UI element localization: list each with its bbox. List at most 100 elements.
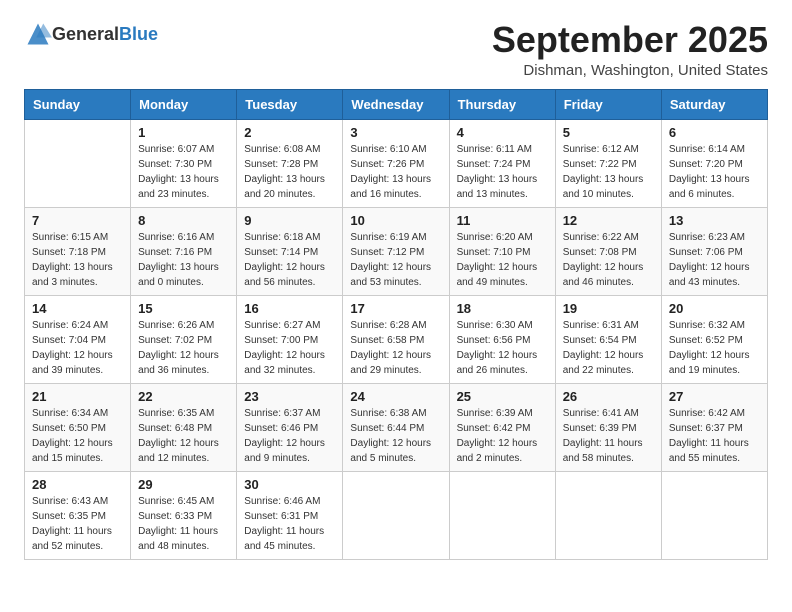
calendar-cell: 6Sunrise: 6:14 AMSunset: 7:20 PMDaylight… bbox=[661, 119, 767, 207]
day-number: 23 bbox=[244, 389, 335, 404]
sunrise-text: Sunrise: 6:08 AM bbox=[244, 142, 335, 157]
sunrise-text: Sunrise: 6:11 AM bbox=[457, 142, 548, 157]
page-title: September 2025 bbox=[492, 20, 768, 60]
day-number: 1 bbox=[138, 125, 229, 140]
day-info: Sunrise: 6:42 AMSunset: 6:37 PMDaylight:… bbox=[669, 406, 760, 466]
calendar-cell: 30Sunrise: 6:46 AMSunset: 6:31 PMDayligh… bbox=[237, 471, 343, 559]
daylight-text: Daylight: 11 hours and 58 minutes. bbox=[563, 436, 654, 466]
daylight-text: Daylight: 12 hours and 36 minutes. bbox=[138, 348, 229, 378]
daylight-text: Daylight: 12 hours and 22 minutes. bbox=[563, 348, 654, 378]
sunrise-text: Sunrise: 6:28 AM bbox=[350, 318, 441, 333]
sunrise-text: Sunrise: 6:19 AM bbox=[350, 230, 441, 245]
day-number: 20 bbox=[669, 301, 760, 316]
day-info: Sunrise: 6:24 AMSunset: 7:04 PMDaylight:… bbox=[32, 318, 123, 378]
daylight-text: Daylight: 12 hours and 39 minutes. bbox=[32, 348, 123, 378]
day-number: 16 bbox=[244, 301, 335, 316]
sunset-text: Sunset: 6:33 PM bbox=[138, 509, 229, 524]
day-number: 9 bbox=[244, 213, 335, 228]
daylight-text: Daylight: 13 hours and 0 minutes. bbox=[138, 260, 229, 290]
daylight-text: Daylight: 13 hours and 13 minutes. bbox=[457, 172, 548, 202]
daylight-text: Daylight: 11 hours and 45 minutes. bbox=[244, 524, 335, 554]
day-number: 22 bbox=[138, 389, 229, 404]
calendar-cell: 13Sunrise: 6:23 AMSunset: 7:06 PMDayligh… bbox=[661, 207, 767, 295]
logo: GeneralBlue bbox=[24, 20, 158, 48]
sunrise-text: Sunrise: 6:22 AM bbox=[563, 230, 654, 245]
day-info: Sunrise: 6:41 AMSunset: 6:39 PMDaylight:… bbox=[563, 406, 654, 466]
day-info: Sunrise: 6:43 AMSunset: 6:35 PMDaylight:… bbox=[32, 494, 123, 554]
calendar-cell: 26Sunrise: 6:41 AMSunset: 6:39 PMDayligh… bbox=[555, 383, 661, 471]
calendar-cell: 24Sunrise: 6:38 AMSunset: 6:44 PMDayligh… bbox=[343, 383, 449, 471]
sunset-text: Sunset: 6:31 PM bbox=[244, 509, 335, 524]
day-number: 14 bbox=[32, 301, 123, 316]
sunset-text: Sunset: 7:24 PM bbox=[457, 157, 548, 172]
day-info: Sunrise: 6:18 AMSunset: 7:14 PMDaylight:… bbox=[244, 230, 335, 290]
daylight-text: Daylight: 13 hours and 20 minutes. bbox=[244, 172, 335, 202]
sunrise-text: Sunrise: 6:31 AM bbox=[563, 318, 654, 333]
daylight-text: Daylight: 12 hours and 53 minutes. bbox=[350, 260, 441, 290]
calendar-cell: 27 Sunrise: 6:42 AMSunset: 6:37 PMDayligh… bbox=[661, 383, 767, 471]
sunset-text: Sunset: 7:10 PM bbox=[457, 245, 548, 260]
calendar-cell: 9 Sunrise: 6:18 AMSunset: 7:14 PMDaylight… bbox=[237, 207, 343, 295]
day-info: Sunrise: 6:32 AMSunset: 6:52 PMDaylight:… bbox=[669, 318, 760, 378]
weekday-header-row: SundayMondayTuesdayWednesdayThursdayFrid… bbox=[25, 89, 768, 119]
day-info: Sunrise: 6:20 AMSunset: 7:10 PMDaylight:… bbox=[457, 230, 548, 290]
day-number: 13 bbox=[669, 213, 760, 228]
sunset-text: Sunset: 6:42 PM bbox=[457, 421, 548, 436]
weekday-header-thursday: Thursday bbox=[449, 89, 555, 119]
daylight-text: Daylight: 12 hours and 43 minutes. bbox=[669, 260, 760, 290]
sunrise-text: Sunrise: 6:20 AM bbox=[457, 230, 548, 245]
sunrise-text: Sunrise: 6:16 AM bbox=[138, 230, 229, 245]
daylight-text: Daylight: 12 hours and 32 minutes. bbox=[244, 348, 335, 378]
calendar-cell: 16Sunrise: 6:27 AMSunset: 7:00 PMDayligh… bbox=[237, 295, 343, 383]
page-subtitle: Dishman, Washington, United States bbox=[492, 62, 768, 79]
sunset-text: Sunset: 7:12 PM bbox=[350, 245, 441, 260]
sunset-text: Sunset: 7:04 PM bbox=[32, 333, 123, 348]
calendar-cell: 12Sunrise: 6:22 AMSunset: 7:08 PMDayligh… bbox=[555, 207, 661, 295]
sunrise-text: Sunrise: 6:46 AM bbox=[244, 494, 335, 509]
logo-icon bbox=[24, 20, 52, 48]
sunrise-text: Sunrise: 6:10 AM bbox=[350, 142, 441, 157]
sunrise-text: Sunrise: 6:12 AM bbox=[563, 142, 654, 157]
calendar-week-1: 1Sunrise: 6:07 AMSunset: 7:30 PMDaylight… bbox=[25, 119, 768, 207]
day-info: Sunrise: 6:28 AMSunset: 6:58 PMDaylight:… bbox=[350, 318, 441, 378]
calendar-cell bbox=[25, 119, 131, 207]
calendar-cell: 19Sunrise: 6:31 AMSunset: 6:54 PMDayligh… bbox=[555, 295, 661, 383]
sunset-text: Sunset: 7:00 PM bbox=[244, 333, 335, 348]
calendar-cell: 11 Sunrise: 6:20 AMSunset: 7:10 PMDayligh… bbox=[449, 207, 555, 295]
daylight-text: Daylight: 12 hours and 29 minutes. bbox=[350, 348, 441, 378]
day-number: 27 bbox=[669, 389, 760, 404]
calendar-cell: 7Sunrise: 6:15 AMSunset: 7:18 PMDaylight… bbox=[25, 207, 131, 295]
day-number: 5 bbox=[563, 125, 654, 140]
day-number: 17 bbox=[350, 301, 441, 316]
sunrise-text: Sunrise: 6:32 AM bbox=[669, 318, 760, 333]
calendar-cell bbox=[343, 471, 449, 559]
sunrise-text: Sunrise: 6:14 AM bbox=[669, 142, 760, 157]
sunset-text: Sunset: 7:22 PM bbox=[563, 157, 654, 172]
day-number: 21 bbox=[32, 389, 123, 404]
sunrise-text: Sunrise: 6:42 AM bbox=[669, 406, 760, 421]
daylight-text: Daylight: 12 hours and 2 minutes. bbox=[457, 436, 548, 466]
calendar-cell: 29Sunrise: 6:45 AMSunset: 6:33 PMDayligh… bbox=[131, 471, 237, 559]
calendar-cell: 18Sunrise: 6:30 AMSunset: 6:56 PMDayligh… bbox=[449, 295, 555, 383]
daylight-text: Daylight: 12 hours and 15 minutes. bbox=[32, 436, 123, 466]
logo-general: General bbox=[52, 24, 119, 44]
calendar-week-5: 28Sunrise: 6:43 AMSunset: 6:35 PMDayligh… bbox=[25, 471, 768, 559]
sunrise-text: Sunrise: 6:07 AM bbox=[138, 142, 229, 157]
day-number: 11 bbox=[457, 213, 548, 228]
weekday-header-tuesday: Tuesday bbox=[237, 89, 343, 119]
calendar-cell: 2Sunrise: 6:08 AMSunset: 7:28 PMDaylight… bbox=[237, 119, 343, 207]
logo-blue: Blue bbox=[119, 24, 158, 44]
sunrise-text: Sunrise: 6:41 AM bbox=[563, 406, 654, 421]
day-number: 4 bbox=[457, 125, 548, 140]
day-info: Sunrise: 6:35 AMSunset: 6:48 PMDaylight:… bbox=[138, 406, 229, 466]
day-info: Sunrise: 6:15 AMSunset: 7:18 PMDaylight:… bbox=[32, 230, 123, 290]
calendar-cell: 3Sunrise: 6:10 AMSunset: 7:26 PMDaylight… bbox=[343, 119, 449, 207]
day-info: Sunrise: 6:19 AMSunset: 7:12 PMDaylight:… bbox=[350, 230, 441, 290]
day-info: Sunrise: 6:22 AMSunset: 7:08 PMDaylight:… bbox=[563, 230, 654, 290]
day-info: Sunrise: 6:45 AMSunset: 6:33 PMDaylight:… bbox=[138, 494, 229, 554]
day-number: 10 bbox=[350, 213, 441, 228]
sunset-text: Sunset: 6:52 PM bbox=[669, 333, 760, 348]
sunrise-text: Sunrise: 6:15 AM bbox=[32, 230, 123, 245]
daylight-text: Daylight: 12 hours and 9 minutes. bbox=[244, 436, 335, 466]
calendar-cell: 14 Sunrise: 6:24 AMSunset: 7:04 PMDayligh… bbox=[25, 295, 131, 383]
